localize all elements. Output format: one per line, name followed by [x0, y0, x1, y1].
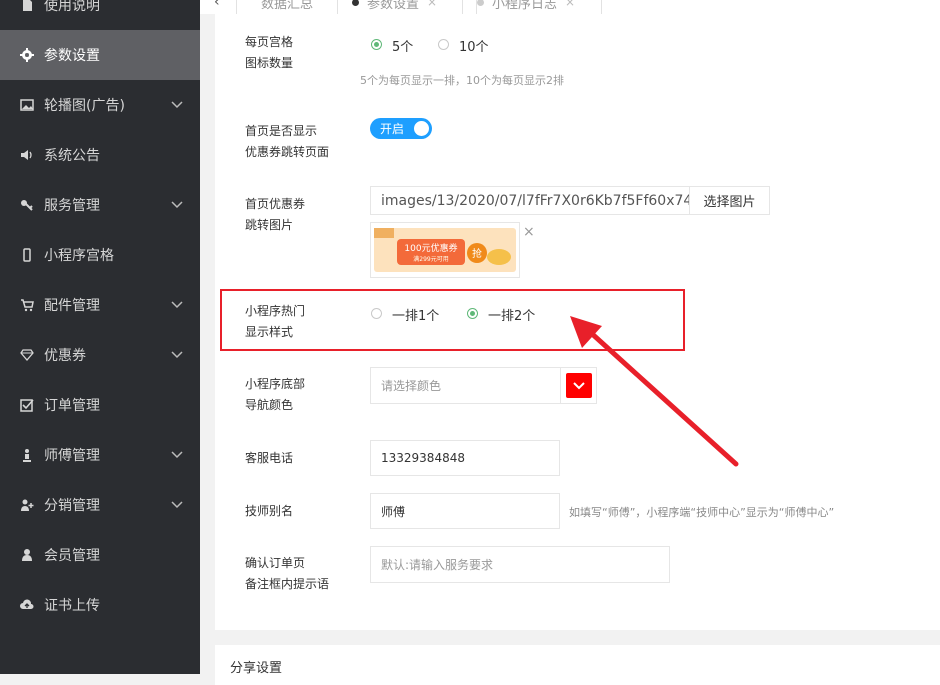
- order-note-label: 确认订单页 备注框内提示语: [245, 556, 330, 591]
- sidebar-item-settings[interactable]: 参数设置: [0, 30, 200, 80]
- close-icon[interactable]: ×: [565, 0, 575, 9]
- sidebar-item-label: 系统公告: [44, 148, 100, 164]
- toggle-knob: [414, 121, 429, 136]
- color-swatch: [566, 373, 592, 398]
- tab-data-summary[interactable]: 数据汇总: [236, 0, 338, 14]
- sidebar-item-label: 使用说明: [44, 0, 100, 14]
- speaker-icon: [19, 147, 35, 163]
- coupon-jump-toggle[interactable]: 开启: [370, 118, 432, 139]
- share-settings-title: 分享设置: [230, 661, 283, 676]
- key-icon: [19, 197, 35, 213]
- grid-count-label: 每页宫格 图标数量: [245, 35, 294, 70]
- tab-logs[interactable]: 小程序日志 ×: [462, 0, 602, 14]
- close-icon[interactable]: ×: [427, 0, 437, 9]
- coupon-image-preview: 100元优惠券 满299元可用 抢: [370, 222, 520, 278]
- toggle-label: 开启: [380, 122, 405, 136]
- coupon-banner-image: 100元优惠券 满299元可用 抢: [374, 228, 516, 272]
- grid-count-option-10[interactable]: 10个: [459, 36, 489, 55]
- hot-style-radio-1[interactable]: [371, 308, 382, 319]
- sidebar-item-label: 订单管理: [44, 398, 100, 414]
- tab-label: 小程序日志: [492, 0, 558, 12]
- user-plus-icon: [19, 497, 35, 513]
- sidebar-item-label: 小程序宫格: [44, 248, 114, 264]
- tab-label: 数据汇总: [260, 0, 313, 12]
- phone-label: 客服电话: [245, 451, 294, 465]
- chevron-down-icon: [171, 451, 183, 459]
- document-icon: [19, 0, 35, 13]
- hot-style-label: 小程序热门 显示样式: [245, 304, 306, 339]
- dot-icon: [477, 0, 484, 6]
- user-icon: [19, 547, 35, 563]
- sidebar-item-label: 会员管理: [44, 548, 100, 564]
- checkbox-icon: [19, 397, 35, 413]
- hot-style-option-2[interactable]: 一排2个: [488, 305, 535, 324]
- chevron-down-icon: [171, 351, 183, 359]
- sidebar-item-label: 配件管理: [44, 298, 100, 314]
- sidebar-item-coupon[interactable]: 优惠券: [0, 330, 200, 380]
- sidebar-item-members[interactable]: 会员管理: [0, 530, 200, 580]
- chevron-down-icon: [171, 101, 183, 109]
- chevron-down-icon: [171, 301, 183, 309]
- sidebar-item-grid[interactable]: 小程序宫格: [0, 230, 200, 280]
- sidebar-item-notice[interactable]: 系统公告: [0, 130, 200, 180]
- phone-input[interactable]: 13329384848: [370, 440, 560, 476]
- grid-count-hint: 5个为每页显示一排，10个为每页显示2排: [360, 74, 564, 87]
- sidebar-item-label: 分销管理: [44, 498, 100, 514]
- diamond-icon: [19, 347, 35, 363]
- grid-count-option-5[interactable]: 5个: [392, 36, 413, 55]
- grid-count-radio-5[interactable]: [371, 39, 382, 50]
- tech-alias-label: 技师别名: [245, 504, 294, 518]
- sidebar-item-service[interactable]: 服务管理: [0, 180, 200, 230]
- order-note-input[interactable]: 默认:请输入服务要求: [370, 546, 670, 583]
- phone-icon: [19, 247, 35, 263]
- grid-count-radio-10[interactable]: [438, 39, 449, 50]
- image-icon: [19, 97, 35, 113]
- nav-color-label: 小程序底部 导航颜色: [245, 377, 306, 412]
- sidebar: 使用说明 参数设置 轮播图(广告) 系统公告 服务管理 小程序宫格 配件管理 优…: [0, 0, 200, 674]
- worker-icon: [19, 447, 35, 463]
- coupon-jump-label: 首页是否显示 优惠券跳转页面: [245, 124, 330, 159]
- select-image-button[interactable]: 选择图片: [689, 186, 770, 215]
- sidebar-item-usage[interactable]: 使用说明: [0, 0, 200, 30]
- chevron-down-icon: [171, 201, 183, 209]
- svg-text:满299元可用: 满299元可用: [413, 255, 448, 263]
- svg-text:100元优惠券: 100元优惠券: [404, 242, 457, 254]
- sidebar-item-banner[interactable]: 轮播图(广告): [0, 80, 200, 130]
- svg-text:抢: 抢: [472, 247, 482, 260]
- coupon-image-path-input[interactable]: images/13/2020/07/l7fFr7X0r6Kb7f5Ff60x74…: [370, 186, 690, 215]
- tab-settings[interactable]: 参数设置 ×: [337, 0, 477, 14]
- nav-color-input[interactable]: 请选择颜色: [370, 367, 561, 404]
- share-settings-panel: 分享设置: [215, 645, 940, 685]
- sidebar-item-label: 证书上传: [44, 598, 100, 614]
- hot-style-option-1[interactable]: 一排1个: [392, 305, 439, 324]
- chevron-left-icon[interactable]: ‹: [214, 0, 220, 10]
- color-picker[interactable]: [560, 367, 597, 404]
- sidebar-item-certificate[interactable]: 证书上传: [0, 580, 200, 630]
- sidebar-item-label: 师傅管理: [44, 448, 100, 464]
- coupon-image-label: 首页优惠券 跳转图片: [245, 197, 306, 232]
- hot-style-radio-2[interactable]: [467, 308, 478, 319]
- chevron-down-icon: [573, 382, 585, 390]
- sidebar-item-label: 参数设置: [44, 48, 100, 64]
- gear-icon: [19, 47, 35, 63]
- sidebar-item-parts[interactable]: 配件管理: [0, 280, 200, 330]
- sidebar-item-label: 轮播图(广告): [44, 98, 125, 114]
- remove-image-icon[interactable]: ×: [523, 224, 535, 240]
- tab-label: 参数设置: [367, 0, 420, 12]
- tech-alias-hint: 如填写“师傅”，小程序端“技师中心”显示为“师傅中心”: [569, 506, 835, 519]
- chevron-down-icon: [171, 501, 183, 509]
- cloud-upload-icon: [19, 597, 35, 613]
- sidebar-item-label: 服务管理: [44, 198, 100, 214]
- tech-alias-input[interactable]: 师傅: [370, 493, 560, 529]
- active-dot-icon: [352, 0, 359, 6]
- sidebar-item-orders[interactable]: 订单管理: [0, 380, 200, 430]
- sidebar-item-label: 优惠券: [44, 348, 86, 364]
- cart-icon: [19, 297, 35, 313]
- tab-bar: ‹ 数据汇总 参数设置 × 小程序日志 ×: [200, 0, 940, 14]
- sidebar-item-distribution[interactable]: 分销管理: [0, 480, 200, 530]
- sidebar-item-workers[interactable]: 师傅管理: [0, 430, 200, 480]
